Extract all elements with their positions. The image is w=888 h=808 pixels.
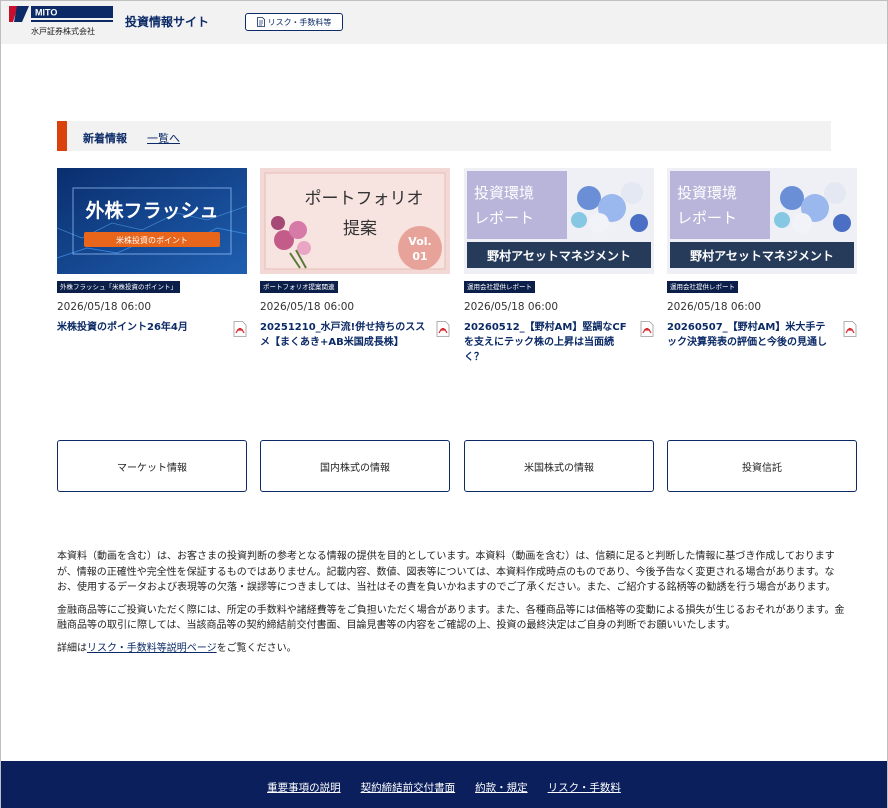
thumb-banner: 野村アセットマネジメント xyxy=(690,248,834,263)
logo-text: MITO xyxy=(35,8,57,18)
news-category-tag: ポートフォリオ提案関連 xyxy=(260,281,338,293)
footer-link-important-matters[interactable]: 重要事項の説明 xyxy=(267,780,341,795)
mito-logo[interactable]: MITO 水戸証券株式会社 xyxy=(9,6,113,36)
section-accent-bar xyxy=(57,121,67,151)
thumb-title-line1: 投資環境 xyxy=(677,184,737,202)
news-list-link[interactable]: 一覧へ xyxy=(147,130,180,146)
market-info-button[interactable]: マーケット情報 xyxy=(57,440,247,492)
news-date: 2026/05/18 06:00 xyxy=(667,301,762,313)
company-name: 水戸証券株式会社 xyxy=(31,27,95,36)
thumb-vol-number: 01 xyxy=(412,250,427,263)
us-stock-info-button[interactable]: 米国株式の情報 xyxy=(464,440,654,492)
site-footer: 重要事項の説明 契約締結前交付書面 約款・規定 リスク・手数料 xyxy=(1,761,887,808)
thumb-subtitle: 米株投資のポイント xyxy=(116,235,188,245)
pdf-icon xyxy=(843,321,857,337)
news-card[interactable]: 投資環境 レポート 野村アセットマネジメント 運用会社提供レポート 2026/0… xyxy=(464,168,654,365)
thumbnail-image: ポートフォリオ 提案 Vol. 01 xyxy=(260,168,450,274)
news-title: 20260512_【野村AM】堅調なCFを支えにテック株の上昇は当面続く？ xyxy=(464,322,627,363)
disclaimer-prefix: 詳細は xyxy=(57,642,87,654)
thumb-title-line2: 提案 xyxy=(343,219,377,239)
us-stock-info-label: 米国株式の情報 xyxy=(524,462,594,474)
disclaimer-paragraph-3: 詳細はリスク・手数料等説明ページをご覧ください。 xyxy=(57,641,853,657)
thumb-title-line2: レポート xyxy=(677,209,737,227)
news-card[interactable]: ポートフォリオ 提案 Vol. 01 ポートフォリオ提案関連 2026/05/1… xyxy=(260,168,450,350)
thumbnail-image: 投資環境 レポート 野村アセットマネジメント xyxy=(667,168,857,274)
domestic-stock-info-label: 国内株式の情報 xyxy=(320,462,390,474)
pdf-icon xyxy=(640,321,654,337)
thumb-title-line2: レポート xyxy=(474,209,534,227)
news-section-header: 新着情報 一覧へ xyxy=(57,121,831,151)
news-date: 2026/05/18 06:00 xyxy=(464,301,559,313)
footer-link-risk-fees[interactable]: リスク・手数料 xyxy=(548,780,621,795)
thumbnail-image: 外株フラッシュ 米株投資のポイント xyxy=(57,168,247,274)
footer-link-pre-contract-documents[interactable]: 契約締結前交付書面 xyxy=(361,780,456,795)
news-thumbnail[interactable]: 投資環境 レポート 野村アセットマネジメント xyxy=(464,168,654,274)
news-title-link[interactable]: 米株投資のポイント26年4月 xyxy=(57,320,247,337)
site-title[interactable]: 投資情報サイト xyxy=(125,13,209,30)
news-section-label: 新着情報 xyxy=(83,132,127,145)
news-card[interactable]: 外株フラッシュ 米株投資のポイント 外株フラッシュ「米株投資のポイント」 202… xyxy=(57,168,247,337)
investment-trust-label: 投資信託 xyxy=(742,462,782,474)
news-card[interactable]: 投資環境 レポート 野村アセットマネジメント 運用会社提供レポート 2026/0… xyxy=(667,168,857,350)
news-title-link[interactable]: 20260507_【野村AM】米大手テック決算発表の評価と今後の見通し xyxy=(667,320,857,350)
news-title-link[interactable]: 20260512_【野村AM】堅調なCFを支えにテック株の上昇は当面続く？ xyxy=(464,320,654,365)
disclaimer-paragraph-2: 金融商品等にご投資いただく際には、所定の手数料や諸経費等をご負担いただく場合があ… xyxy=(57,604,845,632)
thumb-title-line1: ポートフォリオ xyxy=(305,189,424,209)
risk-fees-detail-link[interactable]: リスク・手数料等説明ページ xyxy=(87,643,217,654)
news-thumbnail[interactable]: ポートフォリオ 提案 Vol. 01 xyxy=(260,168,450,274)
disclaimer-paragraph-1: 本資料（動画を含む）は、お客さまの投資判断の参考となる情報の提供を目的としていま… xyxy=(57,551,836,593)
pdf-icon xyxy=(233,321,247,337)
risk-fees-label: リスク・手数料等 xyxy=(267,17,332,27)
logo-mark-icon: MITO xyxy=(9,6,113,22)
risk-fees-button[interactable]: リスク・手数料等 xyxy=(245,13,343,31)
thumb-vol: Vol. xyxy=(408,235,431,248)
news-category-tag: 外株フラッシュ「米株投資のポイント」 xyxy=(57,281,180,293)
footer-link-terms[interactable]: 約款・規定 xyxy=(475,780,528,795)
news-title: 20251210_水戸流!併せ持ちのススメ【まくあき+AB米国成長株】 xyxy=(260,322,426,348)
news-date: 2026/05/18 06:00 xyxy=(57,301,152,313)
thumb-title-line1: 投資環境 xyxy=(474,184,534,202)
thumb-title: 外株フラッシュ xyxy=(85,199,218,222)
news-thumbnail[interactable]: 外株フラッシュ 米株投資のポイント xyxy=(57,168,247,274)
news-category-tag: 運用会社提供レポート xyxy=(667,281,738,293)
news-thumbnail[interactable]: 投資環境 レポート 野村アセットマネジメント xyxy=(667,168,857,274)
site-header: MITO 水戸証券株式会社 投資情報サイト リスク・手数料等 xyxy=(1,1,887,44)
market-info-label: マーケット情報 xyxy=(117,462,187,474)
thumb-banner: 野村アセットマネジメント xyxy=(487,248,631,263)
domestic-stock-info-button[interactable]: 国内株式の情報 xyxy=(260,440,450,492)
thumbnail-image: 投資環境 レポート 野村アセットマネジメント xyxy=(464,168,654,274)
disclaimer: 本資料（動画を含む）は、お客さまの投資判断の参考となる情報の提供を目的としていま… xyxy=(57,549,853,663)
news-title-link[interactable]: 20251210_水戸流!併せ持ちのススメ【まくあき+AB米国成長株】 xyxy=(260,320,450,350)
disclaimer-suffix: をご覧ください。 xyxy=(216,642,297,654)
news-date: 2026/05/18 06:00 xyxy=(260,301,355,313)
news-title: 米株投資のポイント26年4月 xyxy=(57,322,188,333)
pdf-icon xyxy=(436,321,450,337)
news-title: 20260507_【野村AM】米大手テック決算発表の評価と今後の見通し xyxy=(667,322,827,348)
news-category-tag: 運用会社提供レポート xyxy=(464,281,535,293)
investment-trust-button[interactable]: 投資信託 xyxy=(667,440,857,492)
document-icon xyxy=(256,17,265,27)
